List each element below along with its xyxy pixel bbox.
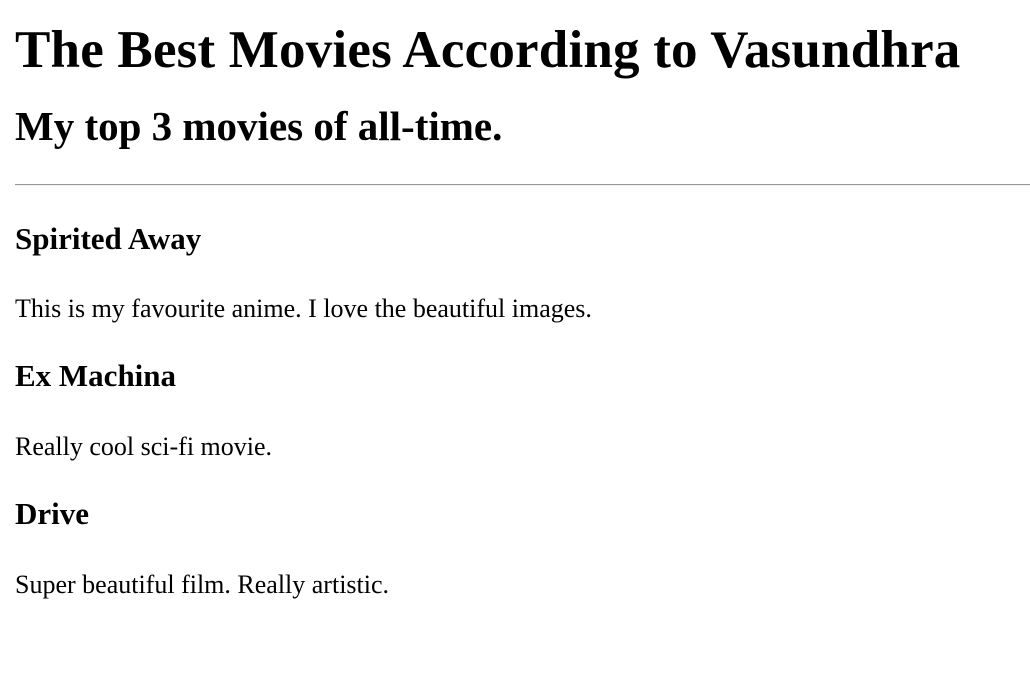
movie-title: Drive <box>15 496 90 531</box>
page-title: The Best Movies According to Vasundhra <box>15 21 961 79</box>
movie-title: Spirited Away <box>15 221 202 256</box>
movie-list: Spirited Away This is my favourite anime… <box>15 221 1030 600</box>
page-subtitle: My top 3 movies of all-time. <box>15 103 503 149</box>
movie-item: Ex Machina Really cool sci-fi movie. <box>15 358 1030 462</box>
movie-title: Ex Machina <box>15 358 177 393</box>
movie-description: This is my favourite anime. I love the b… <box>15 294 592 323</box>
page-body: The Best Movies According to Vasundhra M… <box>0 0 1030 678</box>
movie-item: Spirited Away This is my favourite anime… <box>15 221 1030 324</box>
movie-item: Drive Super beautiful film. Really artis… <box>15 496 1030 600</box>
horizontal-divider <box>15 184 1030 186</box>
movie-description: Super beautiful film. Really artistic. <box>15 570 390 599</box>
movie-description: Really cool sci-fi movie. <box>15 432 273 461</box>
